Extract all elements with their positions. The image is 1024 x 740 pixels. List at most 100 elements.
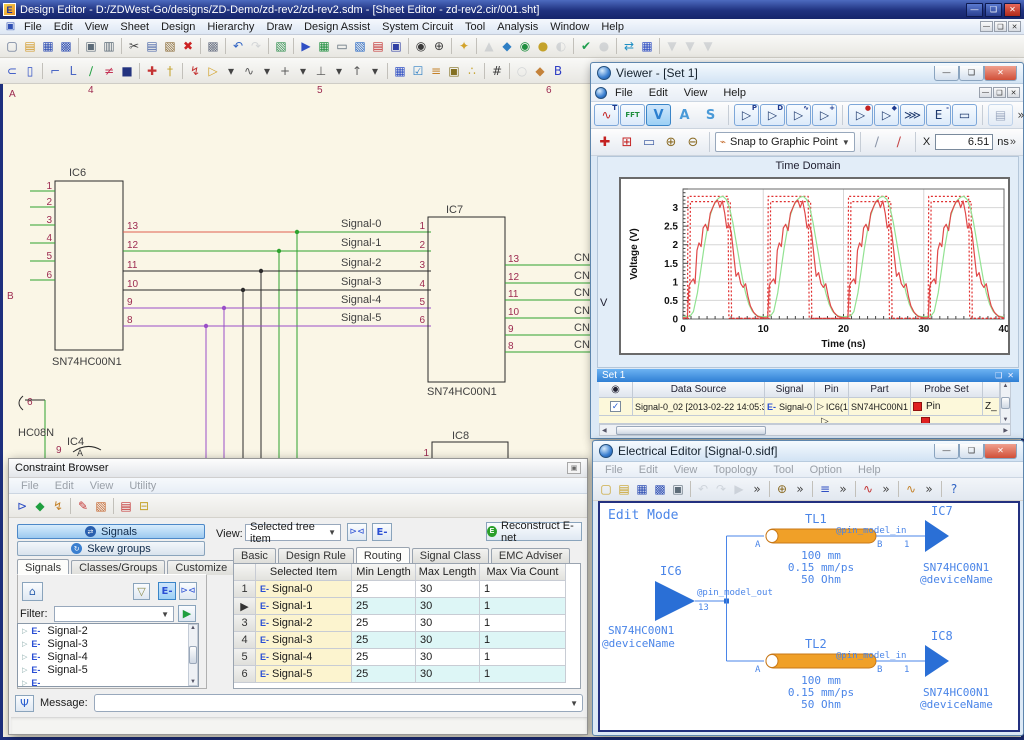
properties-icon[interactable]: ▩ (204, 38, 222, 55)
scroll-up-icon[interactable]: ▲ (1003, 383, 1009, 389)
voltage-button[interactable]: V (646, 104, 671, 126)
new-icon[interactable]: ▢ (3, 38, 21, 55)
mdi-restore-button[interactable]: ❑ (994, 21, 1007, 32)
cursor-x-field[interactable]: 6.51 (935, 134, 993, 150)
menu-window[interactable]: Window (544, 20, 595, 34)
license-key-icon[interactable]: ✦ (455, 38, 473, 55)
open-icon[interactable]: ▤ (21, 38, 39, 55)
set-column-part[interactable]: Part (849, 382, 911, 398)
renumber-icon[interactable]: # (488, 62, 506, 79)
viewer-titlebar[interactable]: Viewer - [Set 1] — ❑ ✕ (591, 63, 1023, 84)
hierarchy-icon[interactable]: ⊟ (135, 497, 153, 514)
constraint-close-icon[interactable]: ▣ (567, 462, 581, 474)
toolbar2-overflow[interactable]: » (1010, 136, 1016, 148)
menu-option[interactable]: Option (802, 463, 850, 477)
tab-routing[interactable]: Routing (356, 547, 410, 563)
chart-box[interactable]: 01020304000.511.522.53Time (ns)Voltage (… (619, 177, 1010, 355)
expand-icon[interactable]: ▷ (22, 653, 27, 661)
filter-funnel-button[interactable]: ▽ (133, 583, 150, 600)
pin-dd-icon[interactable]: ▾ (294, 62, 312, 79)
menu-view[interactable]: View (79, 20, 115, 34)
menu-tool[interactable]: Tool (459, 20, 491, 34)
tab-signals[interactable]: Signals (17, 559, 69, 575)
share-net-icon[interactable]: ∴ (463, 62, 481, 79)
report-icon[interactable]: ▤ (117, 497, 135, 514)
print-icon[interactable]: ▣ (82, 38, 100, 55)
setting-b-icon[interactable]: ◆ (531, 62, 549, 79)
sparam-button[interactable]: S (698, 104, 723, 126)
column-header-min-length[interactable]: Min Length (352, 564, 416, 581)
toolbar-overflow[interactable]: » (1014, 104, 1024, 126)
menu-file[interactable]: File (18, 20, 48, 34)
bus-entry-icon[interactable]: ≠ (100, 62, 118, 79)
overflow-4-icon[interactable]: » (877, 481, 895, 498)
component-table-icon[interactable]: ▦ (315, 38, 333, 55)
tree-item-signal-5[interactable]: ▷E-Signal-5 (18, 663, 198, 676)
eye-diagram[interactable]: ⋙ (900, 104, 925, 126)
menu-design[interactable]: Design (155, 20, 201, 34)
menu-edit[interactable]: Edit (48, 20, 79, 34)
symbol-icon[interactable]: ▯ (21, 62, 39, 79)
column-header-max-length[interactable]: Max Length (416, 564, 480, 581)
probe-icon[interactable]: ↯ (186, 62, 204, 79)
net-check-icon[interactable]: ▦ (391, 62, 409, 79)
tree-item-signal-4[interactable]: ▷E-Signal-4 (18, 650, 198, 663)
message-filter-button[interactable]: Ψ (15, 695, 34, 712)
menu-view[interactable]: View (666, 463, 706, 477)
menu-edit[interactable]: Edit (631, 463, 666, 477)
maximize-button[interactable]: ❑ (985, 3, 1002, 17)
junction-icon[interactable]: ✚ (143, 62, 161, 79)
delete-icon[interactable]: ✖ (179, 38, 197, 55)
viewer-restore-button[interactable]: ❑ (959, 66, 984, 81)
probe-wave[interactable]: ▷∿ (786, 104, 811, 126)
fft-plot[interactable]: FFT (620, 104, 645, 126)
port-select-icon[interactable]: ⊂ (3, 62, 21, 79)
menu-utility[interactable]: Utility (121, 479, 164, 493)
edit-enet-icon[interactable]: ↯ (49, 497, 67, 514)
electrical-titlebar[interactable]: Electrical Editor [Signal-0.sidf] — ❑ ✕ (593, 441, 1023, 462)
topology-button[interactable]: ▭ (952, 104, 977, 126)
new-enet-icon[interactable]: ⊳ (13, 497, 31, 514)
time-domain-plot[interactable]: ∿T (594, 104, 619, 126)
skew-groups-button[interactable]: ↻ Skew groups (17, 541, 205, 556)
filled-rect-icon[interactable]: ■ (118, 62, 136, 79)
zoom-region-icon[interactable]: ▭ (638, 132, 660, 152)
menu-design-assist[interactable]: Design Assist (298, 20, 376, 34)
sheet-icon[interactable]: ▣ (3, 20, 18, 33)
routing-row-signal-1[interactable]: ▶E-Signal-125301 (234, 598, 580, 615)
edit-constraint-icon[interactable]: ✎ (74, 497, 92, 514)
globe-icon[interactable]: ● (534, 38, 552, 55)
signal-tree[interactable]: ▷E-Signal-2▷E-Signal-3▷E-Signal-4▷E-Sign… (17, 623, 199, 687)
paste-icon[interactable]: ▧ (161, 38, 179, 55)
open-file-icon[interactable]: ▤ (615, 481, 633, 498)
tree-item-button[interactable]: ⊳⊲ (347, 523, 367, 541)
constraint-set-icon[interactable]: ▧ (92, 497, 110, 514)
constraint-browser-window[interactable]: Constraint Browser ▣ FileEditViewUtility… (8, 458, 588, 735)
export-button[interactable]: ▤ (988, 104, 1013, 126)
viewer-mdi-min-button[interactable]: — (979, 87, 992, 98)
routing-table[interactable]: Selected ItemMin LengthMax LengthMax Via… (233, 563, 581, 689)
scroll-right-icon[interactable]: ▶ (1003, 427, 1010, 434)
wire-corner-icon[interactable]: ⌐ (46, 62, 64, 79)
tab-emc-adviser[interactable]: EMC Adviser (491, 548, 571, 563)
viewer-mdi-close-button[interactable]: ✕ (1007, 87, 1020, 98)
topology-canvas[interactable]: Edit ModeIC6SN74HC00N1@deviceName@pin_mo… (598, 501, 1020, 732)
voltage-axis-tab[interactable]: V (600, 297, 607, 309)
tab-basic[interactable]: Basic (233, 548, 276, 563)
menu-file[interactable]: File (607, 86, 641, 100)
tree-scrollbar[interactable]: ▲ ▼ (188, 624, 198, 686)
set1-float-icon[interactable]: ❑ (995, 371, 1002, 380)
set-column-data-source[interactable]: Data Source (633, 382, 765, 398)
main-titlebar[interactable]: E Design Editor - D:/ZDWest-Go/designs/Z… (0, 0, 1024, 19)
menu-draw[interactable]: Draw (260, 20, 298, 34)
viewer-minimize-button[interactable]: — (934, 66, 959, 81)
electrical-restore-button[interactable]: ❑ (959, 444, 984, 459)
menu-sheet[interactable]: Sheet (114, 20, 155, 34)
set-column-probe-set[interactable]: Probe Set (911, 382, 983, 398)
wire-angle-icon[interactable]: L (64, 62, 82, 79)
ground-icon[interactable]: ⊥ (312, 62, 330, 79)
row-visibility-checkbox[interactable]: ✓ (610, 401, 621, 412)
menu-topology[interactable]: Topology (705, 463, 765, 477)
draw-line-icon[interactable]: ∕ (82, 62, 100, 79)
menu-file[interactable]: File (597, 463, 631, 477)
